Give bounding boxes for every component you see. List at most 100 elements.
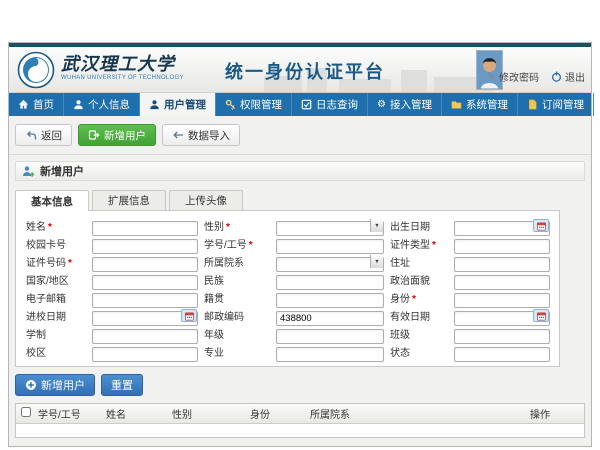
add-user-toolbar-button[interactable]: 新增用户 [78,124,156,146]
schooling-length-label: 学制 [26,326,86,341]
nav-item-label: 权限管理 [240,97,282,112]
status-field [454,344,550,359]
calendar-icon[interactable] [533,309,549,322]
table-column-header: 所属院系 [310,406,530,421]
nav-item-system-mgmt[interactable]: 系统管理 [442,93,518,116]
table-header-row: 学号/工号姓名性别身份所属院系操作 [16,404,584,424]
ethnicity-input[interactable] [276,275,384,290]
gender-field: ▼ [276,218,384,233]
table-column-header: 身份 [250,406,310,421]
tab-upload-avatar[interactable]: 上传头像 [169,190,243,210]
gender-label: 性别* [204,218,270,233]
submit-add-user-label: 新增用户 [41,377,85,393]
country-region-input[interactable] [92,275,198,290]
form-tabs: 基本信息 扩展信息 上传头像 [15,190,585,210]
user-icon [73,99,84,110]
campus-card-field [92,236,198,251]
native-place-label: 籍贯 [204,290,270,305]
department-input[interactable] [276,257,384,272]
id-number-input[interactable] [92,257,198,272]
nav-item-subscription-mgmt[interactable]: 订阅管理 [518,93,594,116]
political-status-input[interactable] [454,275,550,290]
dropdown-arrow-icon[interactable]: ▼ [370,219,383,232]
table-column-header: 性别 [172,406,250,421]
home-icon [18,99,29,110]
native-place-input[interactable] [276,293,384,308]
grade-input[interactable] [276,329,384,344]
native-place-field [276,290,384,305]
tab-label: 上传头像 [185,193,227,208]
table-column-header: 操作 [530,406,584,421]
address-input[interactable] [454,257,550,272]
app-window: 武汉理工大学 WUHAN UNIVERSITY OF TECHNOLOGY 统一… [8,42,592,447]
log-icon [301,99,312,110]
birth-date-field [454,218,550,233]
data-import-button[interactable]: 数据导入 [162,124,240,146]
nav-item-log-query[interactable]: 日志查询 [292,93,368,116]
major-input[interactable] [276,347,384,362]
major-label: 专业 [204,344,270,359]
id-type-input[interactable] [454,239,550,254]
email-input[interactable] [92,293,198,308]
nav-item-label: 首页 [33,97,54,112]
change-password-label: 修改密码 [499,69,539,84]
nav-item-label: 系统管理 [466,97,508,112]
nav-item-permission-mgmt[interactable]: 权限管理 [216,93,292,116]
reset-button[interactable]: 重置 [101,374,143,396]
student-id-field [276,236,384,251]
logout-label: 退出 [565,69,585,84]
submit-add-user-button[interactable]: 新增用户 [15,374,95,396]
political-status-label: 政治面貌 [390,272,448,287]
department-field: ▼ [276,254,384,269]
table-column-header: 姓名 [106,406,172,421]
grade-field [276,326,384,341]
table-empty-row [16,424,584,437]
campus-label: 校区 [26,344,86,359]
toolbar: 返回 新增用户 数据导入 [9,116,591,155]
campus-input[interactable] [92,347,198,362]
required-asterisk: * [249,240,253,251]
class-input[interactable] [454,329,550,344]
nav-item-user-mgmt[interactable]: 用户管理 [140,93,216,116]
postal-code-input[interactable] [276,311,384,326]
main-nav: 首页个人信息用户管理 权限管理日志查询⚙接入管理 系统管理订阅管理 [9,93,591,116]
gender-input[interactable] [276,221,384,236]
student-id-input[interactable] [276,239,384,254]
dropdown-arrow-icon[interactable]: ▼ [370,255,383,268]
nav-item-home[interactable]: 首页 [9,93,64,116]
required-asterisk: * [226,222,230,233]
schooling-length-input[interactable] [92,329,198,344]
calendar-icon[interactable] [533,219,549,232]
select-all-checkbox[interactable] [21,407,31,417]
nav-item-access-mgmt[interactable]: ⚙接入管理 [368,93,442,116]
folder-icon [451,99,462,110]
logout-link[interactable]: 退出 [551,69,585,84]
form-actions: 新增用户 重置 [15,374,585,396]
postal-code-field [276,308,384,323]
tab-label: 基本信息 [31,194,73,209]
campus-card-input[interactable] [92,239,198,254]
valid-date-field [454,308,550,323]
form-panel: 姓名*性别*▼出生日期校园卡号学号/工号*证件类型*证件号码*所属院系▼住址国家… [15,210,560,367]
major-field [276,344,384,359]
identity-input[interactable] [454,293,550,308]
calendar-icon[interactable] [181,309,197,322]
tab-extended-info[interactable]: 扩展信息 [92,190,166,210]
back-button[interactable]: 返回 [15,124,72,146]
name-label: 姓名* [26,218,86,233]
key-icon [225,99,236,110]
required-asterisk: * [412,294,416,305]
identity-field [454,290,550,305]
nav-item-profile[interactable]: 个人信息 [64,93,140,116]
tab-basic-info[interactable]: 基本信息 [15,190,89,211]
department-label: 所属院系 [204,254,270,269]
header-links: ✎ 修改密码 退出 [487,69,585,84]
university-name-block: 武汉理工大学 WUHAN UNIVERSITY OF TECHNOLOGY [61,54,184,81]
power-icon [551,71,562,82]
name-input[interactable] [92,221,198,236]
status-input[interactable] [454,347,550,362]
change-password-link[interactable]: ✎ 修改密码 [487,69,539,84]
postal-code-label: 邮政编码 [204,308,270,323]
ethnicity-field [276,272,384,287]
section-header: 新增用户 [15,161,585,181]
